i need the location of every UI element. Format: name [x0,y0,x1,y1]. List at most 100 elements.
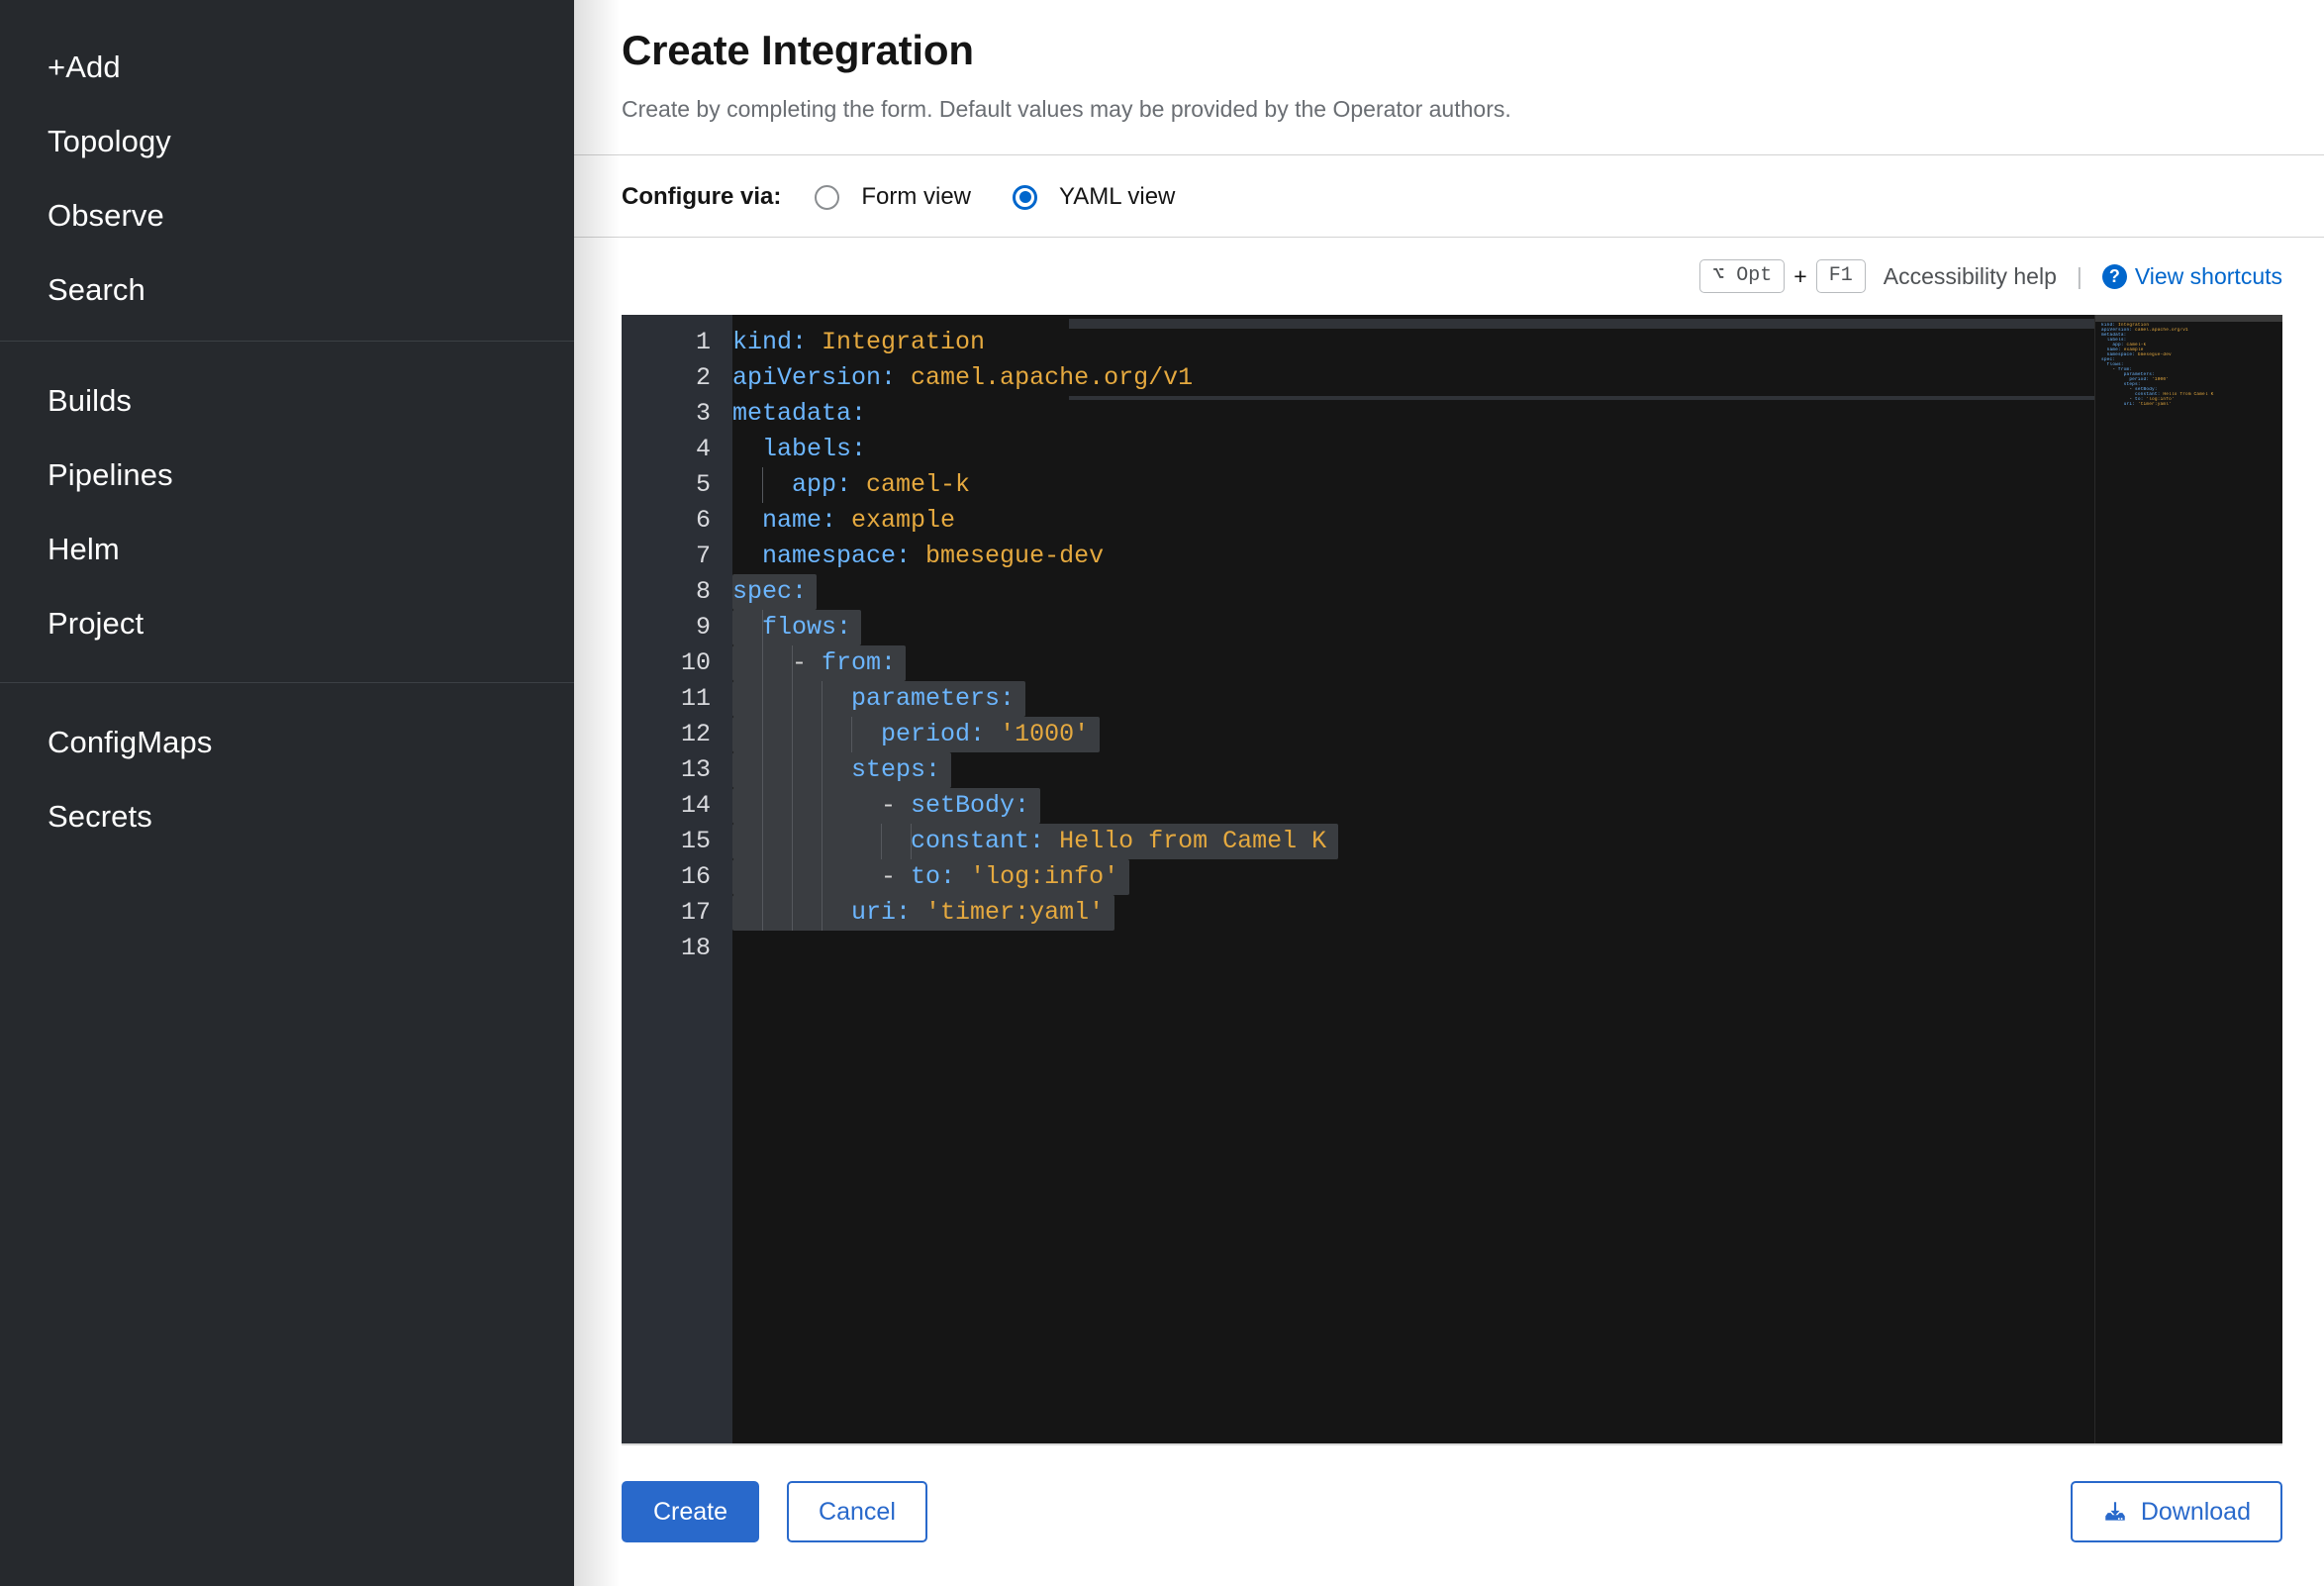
code-token: Integration [822,328,986,357]
editor-line-number-gutter: 1 2 3 4 5 6 7 8 9 10 11 12 13 14 15 16 17 18 [622,315,732,1443]
code-line[interactable]: labels: [732,432,2282,467]
line-number: 13 [680,755,711,785]
primary-sidebar: +Add Topology Observe Search Builds Pipe… [0,0,574,1586]
download-button[interactable]: Download [2070,1481,2282,1542]
view-shortcuts-link[interactable]: View shortcuts [2135,263,2282,290]
cancel-button[interactable]: Cancel [787,1481,927,1542]
main-content: Create Integration Create by completing … [574,0,2324,1586]
code-line[interactable]: uri: 'timer:yaml' [732,895,2282,931]
editor-code-pane[interactable]: kind: Integration apiVersion: camel.apach… [732,315,2282,1443]
code-token: flows: [732,613,852,643]
sidebar-item-helm[interactable]: Helm [0,512,574,586]
code-line[interactable]: namespace: bmesegue-dev [732,539,2282,574]
sidebar-group-3: ConfigMaps Secrets [0,682,574,875]
code-line[interactable]: metadata: [732,396,2282,432]
code-token: setBody: [911,791,1030,821]
code-token: - [732,862,912,892]
page-subtitle: Create by completing the form. Default v… [622,96,1511,123]
yaml-code-editor[interactable]: 1 2 3 4 5 6 7 8 9 10 11 12 13 14 15 16 17 18 kind: Integr… [622,315,2282,1445]
configure-via-bar: Configure via: Form view YAML view [574,155,2324,239]
code-token: '1000' [1000,720,1090,749]
sidebar-item-topology[interactable]: Topology [0,104,574,178]
code-line[interactable]: constant: Hello from Camel K [732,824,2282,859]
code-token: uri: [732,898,912,928]
radio-form-view[interactable]: Form view [815,183,971,211]
code-token: constant: [732,827,1045,856]
key-opt: ⌥ Opt [1699,259,1786,294]
line-number: 11 [680,684,711,714]
sidebar-item-add[interactable]: +Add [0,30,574,104]
line-number: 15 [680,827,711,856]
line-number: 10 [680,648,711,678]
editor-area: ⌥ Opt + F1 Accessibility help | ? View s… [574,238,2324,1445]
create-button[interactable]: Create [622,1481,760,1542]
code-line[interactable]: spec: [732,574,2282,610]
line-number: 9 [695,613,711,643]
sidebar-group-1: +Add Topology Observe Search [0,10,574,341]
radio-form-view-circle[interactable] [815,184,840,210]
page-header: Create Integration Create by completing … [574,0,2324,156]
code-line[interactable]: flows: [732,610,2282,645]
sidebar-item-configmaps[interactable]: ConfigMaps [0,705,574,779]
line-number: 2 [695,363,711,393]
radio-yaml-view-circle[interactable] [1013,184,1038,210]
accessibility-bar: ⌥ Opt + F1 Accessibility help | ? View s… [622,238,2282,315]
code-token: 'log:info' [970,862,1119,892]
code-token: from: [822,648,897,678]
sidebar-item-project[interactable]: Project [0,586,574,660]
code-token: camel-k [866,470,971,500]
line-number: 12 [680,720,711,749]
form-action-bar: Create Cancel Download [574,1445,2324,1586]
code-line[interactable]: - setBody: [732,788,2282,824]
code-line[interactable]: kind: Integration [732,325,2282,360]
code-line[interactable] [732,931,2282,966]
accessibility-help-text: Accessibility help [1883,262,2057,289]
line-number: 14 [680,791,711,821]
code-line[interactable]: period: '1000' [732,717,2282,752]
code-token: spec: [732,577,808,607]
code-line[interactable]: parameters: [732,681,2282,717]
sidebar-group-2: Builds Pipelines Helm Project [0,341,574,682]
radio-yaml-view[interactable]: YAML view [1013,183,1175,211]
code-line[interactable]: app: camel-k [732,467,2282,503]
code-token: parameters: [732,684,1016,714]
code-token: app: [732,470,852,500]
minimap-line [2101,407,2282,412]
sidebar-item-secrets[interactable]: Secrets [0,779,574,853]
code-token: namespace: [732,542,912,571]
line-number: 1 [695,328,711,357]
code-line[interactable]: apiVersion: camel.apache.org/v1 [732,360,2282,396]
code-token: metadata: [732,399,867,429]
line-number: 8 [695,577,711,607]
minimap-slider[interactable] [2095,315,2282,323]
code-line[interactable]: - from: [732,645,2282,681]
line-number: 5 [695,470,711,500]
line-number: 6 [695,506,711,536]
code-line[interactable]: name: example [732,503,2282,539]
radio-form-view-label: Form view [861,183,972,211]
line-number: 16 [680,862,711,892]
key-plus: + [1793,262,1807,289]
code-token: example [851,506,956,536]
sidebar-item-builds[interactable]: Builds [0,363,574,438]
code-line[interactable]: - to: 'log:info' [732,859,2282,895]
code-token: Hello from Camel K [1059,827,1327,856]
sidebar-item-pipelines[interactable]: Pipelines [0,438,574,512]
radio-yaml-view-label: YAML view [1059,183,1176,211]
code-token: 'timer:yaml' [925,898,1105,928]
code-token: labels: [732,435,867,464]
sidebar-item-search[interactable]: Search [0,252,574,327]
code-token: kind: [732,328,808,357]
code-token: camel.apache.org/v1 [911,363,1194,393]
accessibility-separator: | [2076,262,2082,289]
sidebar-item-observe[interactable]: Observe [0,178,574,252]
code-minimap[interactable]: kind: Integration apiVersion: camel.apach… [2094,315,2282,1443]
code-line[interactable]: steps: [732,752,2282,788]
